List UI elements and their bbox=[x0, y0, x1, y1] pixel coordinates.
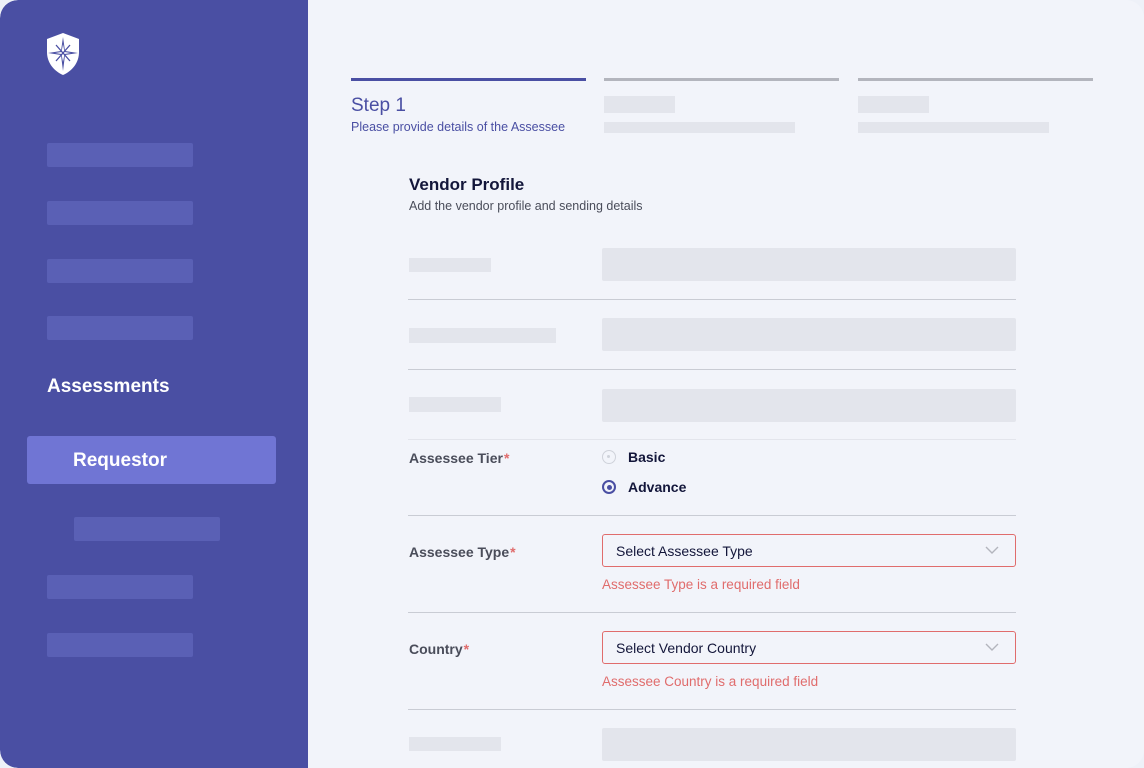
radio-label: Advance bbox=[628, 479, 687, 495]
step-2-indicator[interactable] bbox=[604, 78, 839, 81]
sidebar: Assessments Requestor bbox=[0, 0, 308, 768]
radio-unchecked-icon bbox=[602, 450, 616, 464]
label-text: Country bbox=[409, 641, 463, 657]
form-subtitle: Add the vendor profile and sending detai… bbox=[409, 199, 643, 213]
chevron-down-icon bbox=[985, 643, 999, 651]
step-3-title-placeholder bbox=[858, 96, 929, 113]
step-3-indicator[interactable] bbox=[858, 78, 1093, 81]
step-3-subtitle-placeholder bbox=[858, 122, 1049, 133]
required-mark: * bbox=[463, 641, 470, 657]
select-placeholder: Select Assessee Type bbox=[616, 543, 753, 559]
input-placeholder[interactable] bbox=[602, 248, 1016, 281]
form-divider bbox=[408, 439, 1016, 440]
sidebar-item-placeholder[interactable] bbox=[47, 259, 193, 283]
input-placeholder[interactable] bbox=[602, 318, 1016, 351]
step-2-subtitle-placeholder bbox=[604, 122, 795, 133]
step-progress-bar bbox=[604, 78, 839, 81]
assessee-tier-label: Assessee Tier* bbox=[409, 450, 509, 466]
field-label-placeholder bbox=[409, 737, 501, 751]
input-placeholder[interactable] bbox=[602, 728, 1016, 761]
chevron-down-icon bbox=[985, 546, 999, 554]
sidebar-subitem-placeholder[interactable] bbox=[74, 517, 220, 541]
step-subtitle: Please provide details of the Assessee bbox=[351, 120, 566, 134]
sidebar-item-placeholder[interactable] bbox=[47, 316, 193, 340]
field-label-placeholder bbox=[409, 397, 501, 412]
country-label: Country* bbox=[409, 641, 469, 657]
form-divider bbox=[408, 299, 1016, 300]
required-mark: * bbox=[503, 450, 510, 466]
select-placeholder: Select Vendor Country bbox=[616, 640, 757, 656]
form-title: Vendor Profile bbox=[409, 175, 525, 194]
form-divider bbox=[408, 515, 1016, 516]
sidebar-item-placeholder[interactable] bbox=[47, 575, 193, 599]
assessee-type-error: Assessee Type is a required field bbox=[602, 577, 800, 592]
sidebar-item-label: Requestor bbox=[73, 450, 167, 471]
country-error: Assessee Country is a required field bbox=[602, 674, 819, 689]
field-label-placeholder bbox=[409, 258, 491, 272]
tier-option-basic[interactable]: Basic bbox=[602, 447, 665, 467]
form-divider bbox=[408, 612, 1016, 613]
form-divider bbox=[408, 709, 1016, 710]
tier-option-advance[interactable]: Advance bbox=[602, 477, 686, 497]
sidebar-section-assessments[interactable]: Assessments bbox=[47, 376, 170, 398]
sidebar-item-requestor[interactable]: Requestor bbox=[27, 436, 276, 484]
radio-label: Basic bbox=[628, 449, 666, 465]
required-mark: * bbox=[510, 544, 516, 560]
label-text: Assessee Tier bbox=[409, 450, 503, 466]
label-text: Assessee Type bbox=[409, 544, 510, 560]
form-divider bbox=[408, 369, 1016, 370]
field-label-placeholder bbox=[409, 328, 556, 343]
country-select[interactable]: Select Vendor Country bbox=[602, 631, 1016, 664]
app-frame: Assessments Requestor Step 1 Please prov… bbox=[0, 0, 1144, 768]
sidebar-item-placeholder[interactable] bbox=[47, 143, 193, 167]
assessee-type-label: Assessee Type* bbox=[409, 544, 516, 560]
shield-compass-icon[interactable] bbox=[45, 32, 81, 76]
assessee-type-select[interactable]: Select Assessee Type bbox=[602, 534, 1016, 567]
input-placeholder[interactable] bbox=[602, 389, 1016, 422]
step-2-title-placeholder bbox=[604, 96, 675, 113]
step-progress-bar bbox=[351, 78, 586, 81]
sidebar-item-placeholder[interactable] bbox=[47, 633, 193, 657]
step-title: Step 1 bbox=[351, 95, 406, 116]
step-progress-bar bbox=[858, 78, 1093, 81]
step-1-indicator[interactable] bbox=[351, 78, 586, 81]
sidebar-item-placeholder[interactable] bbox=[47, 201, 193, 225]
radio-checked-icon bbox=[602, 480, 616, 494]
